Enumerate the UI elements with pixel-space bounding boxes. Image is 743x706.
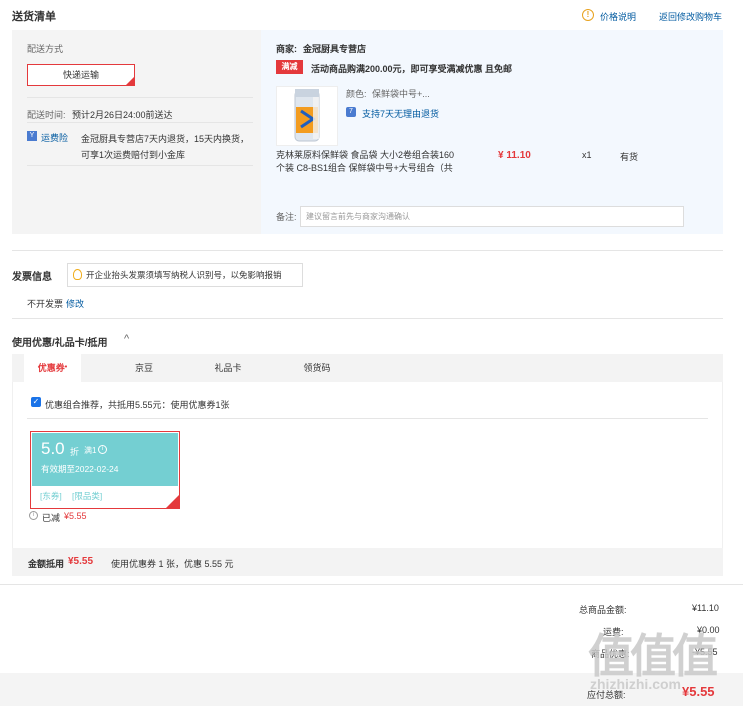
- shipping-method-label: 配送方式: [27, 44, 64, 54]
- coupon-total-label: 金额抵用: [28, 559, 65, 569]
- coupon-saved-amount: ¥5.55: [64, 511, 87, 521]
- invoice-edit-link[interactable]: 修改: [66, 297, 84, 310]
- help-icon[interactable]: !: [582, 9, 594, 21]
- divider: [27, 97, 253, 98]
- invoice-value: 不开发票: [27, 299, 64, 309]
- recommend-text: 优惠组合推荐，共抵用5.55元：使用优惠券1张: [45, 400, 230, 410]
- coupon-condition: 满1: [84, 446, 97, 455]
- coupon-card-header: 5.0 折 满1 i 有效期至2022-02-24: [32, 433, 178, 486]
- divider: [12, 250, 723, 251]
- product-bottle-icon: [294, 89, 320, 142]
- seven-day-return-text: 支持7天无理由退货: [362, 109, 440, 119]
- promo-tag: 满减: [276, 60, 303, 74]
- freight-text-line: 可享1次运费赔付到小金库: [81, 150, 186, 160]
- product-name-line: 个装 C8-BS1组合 保鲜袋中号+大号组合（共: [276, 163, 453, 173]
- divider: [27, 165, 253, 166]
- product-image[interactable]: [276, 86, 338, 146]
- coupon-tag-category: [限品类]: [72, 491, 103, 501]
- delivery-list-header: 送货清单 ! 价格说明 返回修改购物车: [0, 0, 743, 30]
- selected-corner-icon: [126, 77, 134, 85]
- product-name-line: 克林莱原料保鲜袋 食品袋 大小2卷组合装160: [276, 150, 455, 160]
- tab-gift-card[interactable]: 礼品卡: [206, 354, 250, 382]
- store-label: 商家:: [276, 44, 297, 54]
- promo-text: 活动商品购满200.00元，即可享受满减优惠 且免邮: [311, 64, 513, 74]
- coupon-total-detail: 使用优惠券 1 张，优惠 5.55 元: [111, 559, 234, 569]
- product-stock: 有货: [620, 152, 639, 162]
- info-icon[interactable]: i: [98, 445, 107, 454]
- freight-insurance-link[interactable]: 运费险: [41, 131, 68, 144]
- product-color-value: 保鲜袋中号+...: [372, 89, 430, 99]
- lightbulb-icon: [73, 269, 82, 280]
- tab-pickup-code[interactable]: 领货码: [295, 354, 339, 382]
- watermark-url: zhizhizhi.com: [590, 676, 681, 692]
- coupon-card[interactable]: 5.0 折 满1 i 有效期至2022-02-24 [东券] [限品类]: [30, 431, 180, 509]
- product-name[interactable]: 克林莱原料保鲜袋 食品袋 大小2卷组合装160 个装 C8-BS1组合 保鲜袋中…: [276, 149, 461, 175]
- info-icon: i: [29, 511, 38, 520]
- recommend-checkbox[interactable]: ✓: [31, 397, 41, 407]
- coupon-value: 5.0: [41, 439, 65, 458]
- goods-total-label: 总商品金额:: [579, 605, 627, 615]
- goods-total-amount: ¥11.10: [692, 603, 719, 613]
- seven-day-return-icon: 7: [346, 107, 356, 117]
- tab-jingdou[interactable]: 京豆: [122, 354, 166, 382]
- freight-insurance-text: 金冠厨具专营店7天内退货，15天内换货， 可享1次运费赔付到小金库: [81, 131, 253, 163]
- price-help-link[interactable]: 价格说明: [600, 10, 636, 23]
- product-price: ¥ 11.10: [498, 150, 531, 161]
- note-input[interactable]: 建议留言前先与商家沟通确认: [300, 206, 684, 227]
- divider: [27, 122, 253, 123]
- coupon-saved-label: 已减: [42, 513, 61, 523]
- tab-coupons-label: 优惠券: [37, 363, 65, 373]
- coupon-section-title[interactable]: 使用优惠/礼品卡/抵用: [12, 334, 108, 349]
- selected-corner-icon: [166, 495, 179, 508]
- payable-amount: ¥5.55: [682, 684, 715, 699]
- express-shipping-label: 快递运输: [62, 70, 99, 80]
- coupon-total-amount: ¥5.55: [68, 556, 94, 567]
- coupon-unit: 折: [70, 447, 80, 457]
- divider: [27, 418, 708, 419]
- divider: [12, 318, 723, 319]
- note-label: 备注:: [276, 212, 297, 222]
- back-to-cart-link[interactable]: 返回修改购物车: [659, 10, 722, 23]
- freight-text-line: 金冠厨具专营店7天内退货，15天内换货，: [81, 134, 250, 144]
- section-title: 送货清单: [12, 11, 56, 23]
- new-dot-icon: •: [64, 364, 68, 371]
- invoice-tip-text: 开企业抬头发票须填写纳税人识别号，以免影响报销: [86, 270, 282, 280]
- coupon-total-bar: 金额抵用 ¥5.55 使用优惠券 1 张，优惠 5.55 元: [12, 548, 723, 576]
- chevron-up-icon[interactable]: ^: [124, 333, 129, 345]
- coupon-tag-jd: [东券]: [40, 491, 62, 501]
- store-name[interactable]: 金冠厨具专营店: [303, 42, 366, 55]
- tab-coupons[interactable]: 优惠券•: [24, 354, 81, 382]
- express-shipping-button[interactable]: 快递运输: [27, 64, 135, 86]
- coupon-tab-bar: 优惠券• 京豆 礼品卡 领货码: [12, 354, 723, 382]
- freight-insurance-icon: Y: [27, 131, 37, 141]
- invoice-title: 发票信息: [12, 272, 52, 283]
- coupon-expiry: 有效期至2022-02-24: [41, 464, 119, 474]
- invoice-tip: 开企业抬头发票须填写纳税人识别号，以免影响报销: [67, 263, 303, 287]
- product-color-label: 颜色:: [346, 89, 367, 99]
- delivery-time-label: 配送时间:: [27, 110, 66, 120]
- divider: [0, 584, 743, 585]
- product-qty: x1: [582, 150, 592, 160]
- delivery-time-value: 预计2月26日24:00前送达: [72, 110, 173, 120]
